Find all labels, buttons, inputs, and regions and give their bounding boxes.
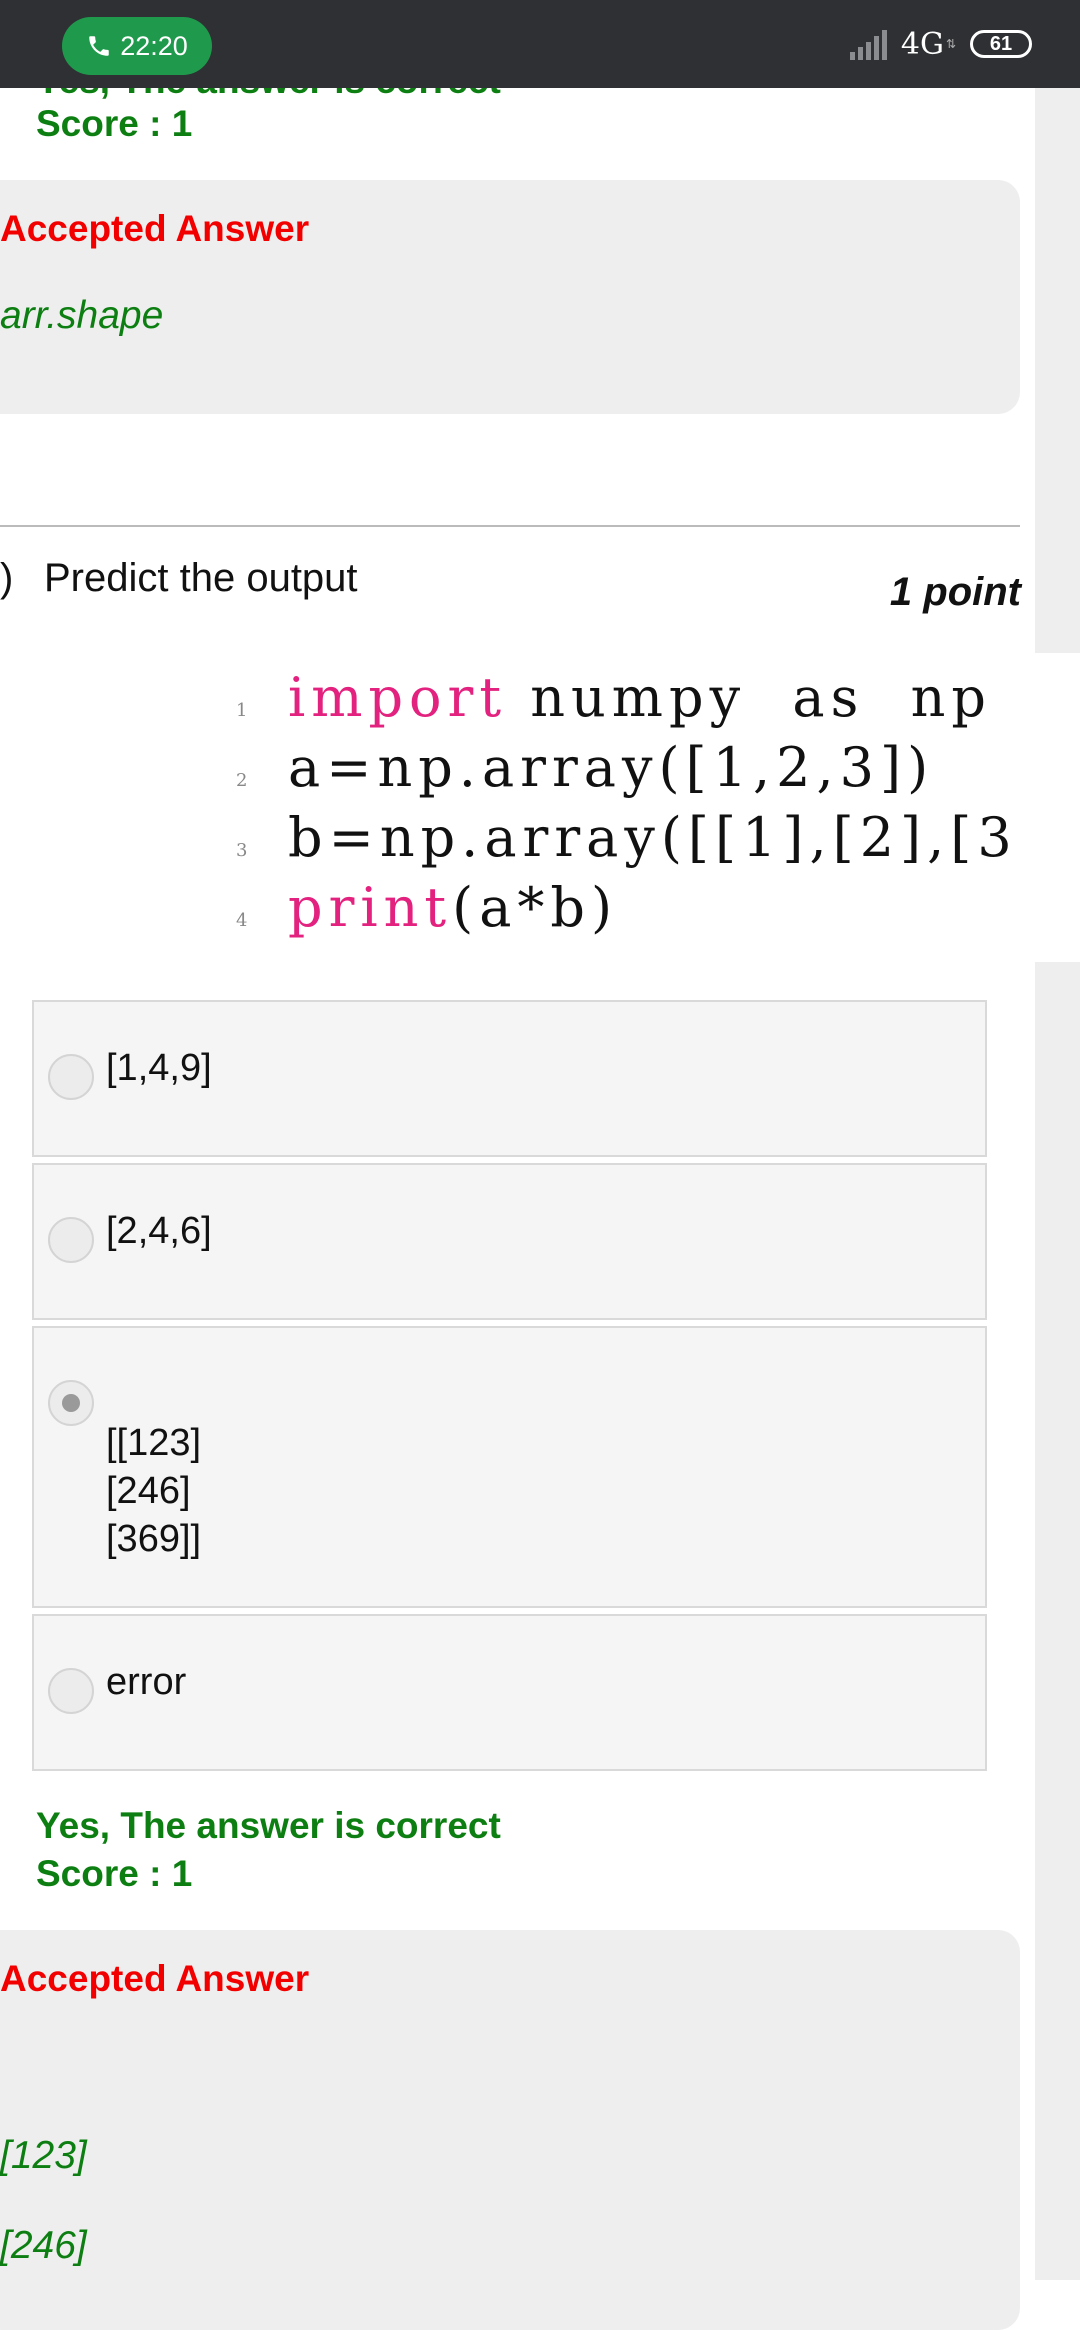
radio-button[interactable]	[48, 1217, 94, 1263]
ongoing-call-pill[interactable]: 22:20	[62, 17, 212, 75]
accepted-answer-box: Accepted Answer [123] [246]	[0, 1930, 1020, 2330]
question-divider	[0, 525, 1020, 527]
accepted-answer-line: [123]	[0, 2134, 87, 2177]
page-side-strip	[1035, 88, 1080, 653]
code-line: 3 b=np.array([[1],[2],[3	[236, 806, 1018, 869]
previous-accepted-answer-box: Accepted Answer arr.shape	[0, 180, 1020, 414]
previous-score: Score : 1	[36, 103, 193, 144]
radio-button[interactable]	[48, 1054, 94, 1100]
accepted-answer-title: Accepted Answer	[0, 1958, 310, 1999]
question-points: 1 point	[889, 570, 1021, 614]
signal-icon	[849, 28, 887, 60]
score-text: Score : 1	[36, 1853, 193, 1894]
code-line: 2 a=np.array([1,2,3])	[236, 736, 935, 799]
data-activity-icon: ⇅	[945, 37, 956, 51]
question-prompt: Predict the output	[44, 556, 358, 600]
code-line: 4 print (a*b)	[236, 876, 619, 939]
page-side-strip	[1035, 962, 1080, 2280]
radio-button-selected[interactable]	[48, 1380, 94, 1426]
accepted-answer-title: Accepted Answer	[0, 208, 310, 249]
result-text: Yes, The answer is correct	[36, 1805, 501, 1846]
question-number: )	[0, 556, 14, 600]
option-label: [[123] [246] [369]]	[106, 1422, 202, 1560]
accepted-answer-line: [246]	[0, 2224, 87, 2267]
answer-option[interactable]: error	[32, 1614, 987, 1771]
battery-level: 61	[989, 32, 1013, 55]
code-line: 1 import numpy as np	[236, 666, 992, 729]
answer-option-selected[interactable]: [[123] [246] [369]]	[32, 1326, 987, 1608]
phone-icon	[89, 36, 109, 56]
call-timer: 22:20	[120, 30, 188, 61]
accepted-answer-value: arr.shape	[0, 294, 164, 337]
network-type: 4G	[900, 26, 944, 62]
answer-option[interactable]: [2,4,6]	[32, 1163, 987, 1320]
code-snippet-image: 1 import numpy as np 2 a=np.array([1,2,3…	[236, 660, 1080, 960]
battery-icon: 61	[970, 30, 1032, 58]
option-label: [1,4,9]	[106, 1047, 212, 1089]
radio-button[interactable]	[48, 1668, 94, 1714]
option-label: [2,4,6]	[106, 1210, 212, 1252]
option-label: error	[106, 1661, 187, 1703]
answer-option[interactable]: [1,4,9]	[32, 1000, 987, 1157]
status-bar: 22:20 4G ⇅ 61	[0, 0, 1080, 88]
